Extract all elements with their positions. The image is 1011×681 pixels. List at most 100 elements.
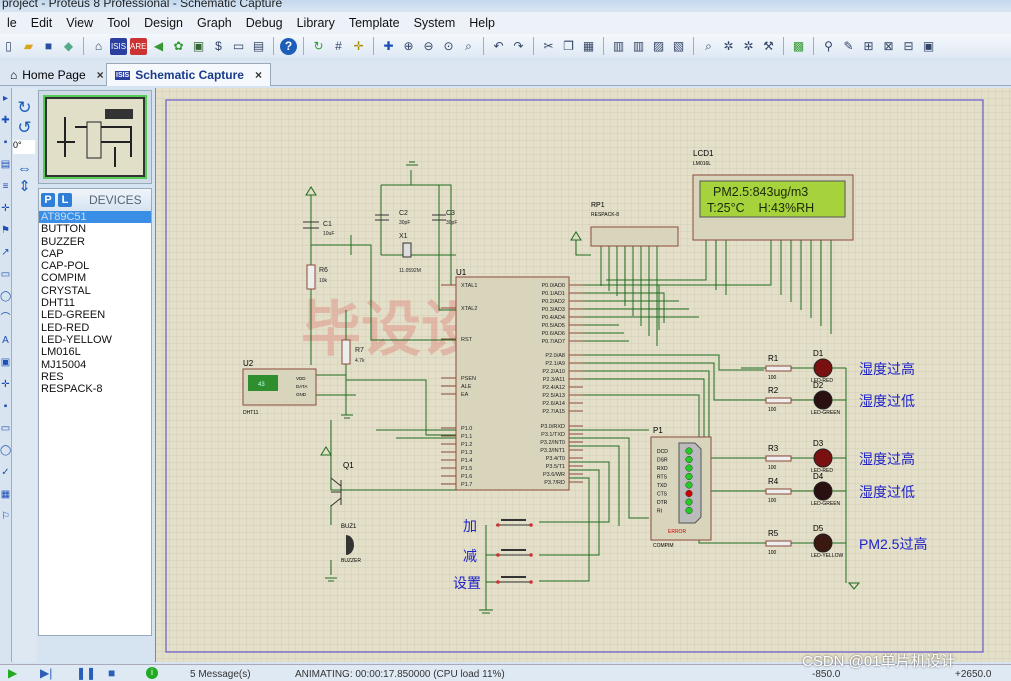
tab-label: Home Page <box>22 67 86 82</box>
remove-sheet-icon[interactable]: ⊠ <box>880 38 897 55</box>
device-list-item[interactable]: RESPACK-8 <box>39 383 151 395</box>
notes-icon[interactable]: ▭ <box>230 38 247 55</box>
zoom-all-icon[interactable]: ⊙ <box>440 38 457 55</box>
device-list-item[interactable]: DHT11 <box>39 297 151 309</box>
device-list-item[interactable]: LED-RED <box>39 322 151 334</box>
menu-system[interactable]: System <box>407 16 463 30</box>
menu-design[interactable]: Design <box>137 16 190 30</box>
package-tool-icon[interactable]: ✲ <box>740 38 757 55</box>
svg-text:R6: R6 <box>319 267 328 274</box>
device-list-item[interactable]: RES <box>39 371 151 383</box>
refresh-icon[interactable]: ↻ <box>310 38 327 55</box>
mirror-horizontal-icon[interactable]: ⇔ <box>12 160 37 177</box>
document-icon[interactable]: ▤ <box>250 38 267 55</box>
pcb-icon[interactable]: ARES <box>130 37 152 55</box>
mode-tool-icons[interactable]: ▸ ✚ ▪ ▤ ≡ ✛ ⚑ ↗ ▭ ◯ ⌒ A ▣ ✛ ▪ ▭ ◯ ✓ ▦ ⚐ <box>0 88 11 528</box>
step-button[interactable]: ▶| <box>40 666 52 680</box>
block-move-icon[interactable]: ▥ <box>630 38 647 55</box>
menu-library[interactable]: Library <box>290 16 342 30</box>
home-icon[interactable]: ⌂ <box>90 38 107 55</box>
origin-icon[interactable]: ✛ <box>350 38 367 55</box>
help-icon[interactable]: ? <box>280 37 297 55</box>
menu-edit[interactable]: Edit <box>24 16 60 30</box>
menu-view[interactable]: View <box>59 16 100 30</box>
close-icon[interactable]: × <box>97 68 104 82</box>
device-list-item[interactable]: CRYSTAL <box>39 285 151 297</box>
undo-icon[interactable]: ↶ <box>490 38 507 55</box>
device-list-item[interactable]: COMPIM <box>39 272 151 284</box>
device-list-item[interactable]: LM016L <box>39 346 151 358</box>
netlist-icon[interactable]: ▣ <box>920 38 937 55</box>
gerber-icon[interactable]: ✿ <box>170 38 187 55</box>
decompose-icon[interactable]: ⚒ <box>760 38 777 55</box>
3d-icon[interactable]: ◀ <box>150 38 167 55</box>
device-list-item[interactable]: MJ15004 <box>39 359 151 371</box>
block-delete-icon[interactable]: ▧ <box>670 38 687 55</box>
make-device-icon[interactable]: ✲ <box>720 38 737 55</box>
svg-text:10uF: 10uF <box>323 231 334 237</box>
pick-device-icon[interactable]: ⌕ <box>700 38 717 55</box>
menu-file[interactable]: le <box>0 16 24 30</box>
open-icon[interactable]: ▰ <box>20 38 37 55</box>
window-title: project - Proteus 8 Professional - Schem… <box>0 0 1011 10</box>
rotate-clockwise-icon[interactable]: ↻ <box>12 98 37 118</box>
pick-devices-button[interactable]: P <box>41 193 55 207</box>
menu-graph[interactable]: Graph <box>190 16 239 30</box>
block-copy-icon[interactable]: ▥ <box>610 38 627 55</box>
import-icon[interactable]: ◆ <box>60 38 77 55</box>
new-icon[interactable]: ▯ <box>0 38 17 55</box>
zoom-out-icon[interactable]: ⊖ <box>420 38 437 55</box>
bom-icon[interactable]: $ <box>210 38 227 55</box>
zoom-area-icon[interactable]: ⌕ <box>460 38 477 55</box>
redo-icon[interactable]: ↷ <box>510 38 527 55</box>
menu-tool[interactable]: Tool <box>100 16 137 30</box>
microcontroller-u1[interactable]: U1 XTAL1 XTAL2 RST PSEN ALE EA P1.0 P1.1 P1.2 P1.… <box>441 268 583 491</box>
svg-text:10k: 10k <box>319 278 328 284</box>
library-manager-button[interactable]: L <box>58 193 72 207</box>
menu-debug[interactable]: Debug <box>239 16 290 30</box>
paste-icon[interactable]: ▦ <box>580 38 597 55</box>
menu-help[interactable]: Help <box>462 16 502 30</box>
svg-text:R7: R7 <box>355 347 364 354</box>
schematic-canvas[interactable]: 毕设设计 U1 XTAL1 XTAL2 RST PSEN ALE EA P1.0 P1.1 P1… <box>155 88 1011 662</box>
rotation-input[interactable]: 0° <box>13 140 35 154</box>
save-icon[interactable]: ■ <box>40 38 57 55</box>
stop-button[interactable]: ■ <box>108 666 115 680</box>
zoom-in-icon[interactable]: ⊕ <box>400 38 417 55</box>
overview-window[interactable] <box>38 90 152 184</box>
led-label: D3 <box>813 439 824 448</box>
design-explorer-icon[interactable]: ▣ <box>190 38 207 55</box>
search-icon[interactable]: ⚲ <box>820 38 837 55</box>
play-button[interactable]: ▶ <box>8 666 17 680</box>
messages-count[interactable]: 5 Message(s) <box>190 669 251 680</box>
device-list-item[interactable]: LED-YELLOW <box>39 334 151 346</box>
schematic-icon[interactable]: ISIS <box>110 37 127 55</box>
wire-autorouter-icon[interactable]: ▩ <box>790 38 807 55</box>
menu-template[interactable]: Template <box>342 16 407 30</box>
tab-home-page[interactable]: ⌂ Home Page × <box>2 63 112 86</box>
cut-icon[interactable]: ✂ <box>540 38 557 55</box>
serial-port-p1[interactable]: P1 DCD DSR RXD RTS TXD CTS DTR RI ERROR COMPIM <box>650 426 712 549</box>
tab-schematic-capture[interactable]: ISIS Schematic Capture × <box>106 63 271 86</box>
rotate-anticlockwise-icon[interactable]: ↺ <box>12 118 37 138</box>
device-list-item[interactable]: CAP <box>39 248 151 260</box>
new-sheet-icon[interactable]: ⊞ <box>860 38 877 55</box>
pause-button[interactable]: ❚❚ <box>76 666 96 680</box>
device-list-item[interactable]: AT89C51 <box>39 211 151 224</box>
pan-icon[interactable]: ✚ <box>380 38 397 55</box>
close-icon[interactable]: × <box>255 68 262 82</box>
menu-bar: le Edit View Tool Design Graph Debug Lib… <box>0 12 1011 34</box>
grid-icon[interactable]: # <box>330 38 347 55</box>
copy-icon[interactable]: ❐ <box>560 38 577 55</box>
mirror-vertical-icon[interactable]: ⇕ <box>12 177 37 195</box>
device-list-item[interactable]: BUZZER <box>39 236 151 248</box>
block-rotate-icon[interactable]: ▨ <box>650 38 667 55</box>
device-list-item[interactable]: LED-GREEN <box>39 309 151 321</box>
device-list-item[interactable]: CAP-POL <box>39 260 151 272</box>
device-list: AT89C51 BUTTON BUZZER CAP CAP-POL COMPIM CRYST… <box>39 211 151 395</box>
exit-to-parent-icon[interactable]: ⊟ <box>900 38 917 55</box>
device-list-item[interactable]: BUTTON <box>39 223 151 235</box>
info-icon[interactable]: i <box>146 667 158 679</box>
property-assign-icon[interactable]: ✎ <box>840 38 857 55</box>
indicator-label: 湿度过高 <box>859 451 915 467</box>
